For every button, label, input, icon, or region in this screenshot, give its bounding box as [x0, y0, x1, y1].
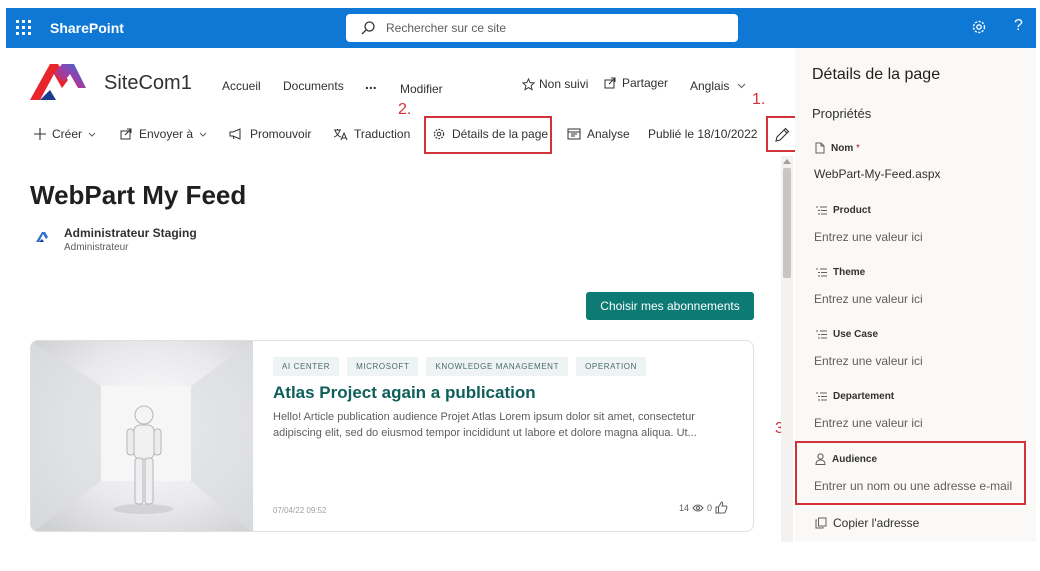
- nav-link-documents[interactable]: Documents: [283, 79, 344, 93]
- analytics-label: Analyse: [587, 127, 630, 141]
- tag-chip[interactable]: OPERATION: [576, 357, 646, 376]
- vertical-scrollbar[interactable]: [781, 156, 793, 542]
- chevron-down-icon: [88, 132, 96, 137]
- copy-address-label: Copier l'adresse: [833, 516, 920, 530]
- departement-input[interactable]: Entrez une valeur ici: [814, 416, 923, 430]
- analytics-button[interactable]: Analyse: [567, 127, 630, 141]
- step-marker-1: 1.: [752, 91, 766, 108]
- copy-address-button[interactable]: Copier l'adresse: [815, 516, 919, 530]
- analytics-icon: [567, 128, 581, 140]
- site-title[interactable]: SiteCom1: [104, 72, 192, 95]
- tag-chip[interactable]: AI CENTER: [273, 357, 340, 376]
- required-mark: *: [853, 142, 860, 154]
- create-button[interactable]: Créer: [34, 127, 96, 141]
- likes-count: 0: [707, 502, 713, 513]
- promote-label: Promouvoir: [250, 127, 312, 141]
- product-label-text: Product: [833, 205, 871, 216]
- nav-more-button[interactable]: ...: [365, 76, 377, 92]
- gear-icon[interactable]: [970, 18, 988, 36]
- step-marker-2: 2.: [398, 101, 412, 118]
- language-label: Anglais: [690, 79, 730, 93]
- pencil-icon[interactable]: [774, 127, 790, 143]
- use-case-input[interactable]: Entrez une valeur ici: [814, 354, 923, 368]
- name-field-value[interactable]: WebPart-My-Feed.aspx: [814, 167, 941, 181]
- panel-title: Détails de la page: [812, 66, 941, 83]
- astronaut-image: [31, 341, 253, 531]
- card-date: 07/04/22 09:52: [273, 506, 327, 515]
- share-icon: [120, 128, 132, 140]
- list-icon: [816, 330, 827, 339]
- plus-icon: [34, 128, 46, 140]
- choose-subscriptions-button[interactable]: Choisir mes abonnements: [586, 292, 754, 320]
- copy-icon: [815, 517, 827, 529]
- promote-button[interactable]: Promouvoir: [229, 127, 311, 141]
- chevron-down-icon: [199, 132, 207, 137]
- published-status: Publié le 18/10/2022: [648, 127, 758, 141]
- card-title[interactable]: Atlas Project again a publication: [273, 383, 536, 403]
- chevron-down-icon: [738, 83, 746, 89]
- highlight-page-details: [424, 116, 552, 154]
- theme-label-text: Theme: [833, 267, 866, 278]
- create-label: Créer: [52, 127, 83, 141]
- share-label: Partager: [622, 76, 669, 90]
- translation-button[interactable]: Traduction: [333, 127, 410, 141]
- search-icon: [361, 21, 375, 35]
- author-avatar: [36, 232, 48, 242]
- megaphone-icon: [229, 128, 241, 140]
- views-count: 14: [679, 502, 690, 513]
- translation-label: Traduction: [354, 127, 411, 141]
- list-icon: [816, 392, 827, 401]
- tag-chip[interactable]: KNOWLEDGE MANAGEMENT: [426, 357, 569, 376]
- list-icon: [816, 206, 827, 215]
- send-to-label: Envoyer à: [139, 127, 194, 141]
- card-stats: 14 0: [679, 501, 728, 514]
- tag-chip[interactable]: MICROSOFT: [347, 357, 419, 376]
- departement-label-text: Departement: [833, 391, 895, 402]
- scrollbar-thumb[interactable]: [783, 168, 791, 278]
- card-tags: AI CENTER MICROSOFT KNOWLEDGE MANAGEMENT…: [273, 357, 646, 376]
- search-placeholder: Rechercher sur ce site: [386, 21, 507, 35]
- eye-icon: [692, 504, 704, 511]
- site-search-box[interactable]: Rechercher sur ce site: [346, 14, 738, 42]
- panel-subtitle: Propriétés: [812, 106, 872, 121]
- list-icon: [816, 268, 827, 277]
- document-icon: [815, 142, 825, 154]
- product-input[interactable]: Entrez une valeur ici: [814, 230, 923, 244]
- site-logo[interactable]: [28, 60, 90, 104]
- name-label-text: Nom: [831, 142, 854, 154]
- theme-input[interactable]: Entrez une valeur ici: [814, 292, 923, 306]
- product-field-label: Product: [815, 205, 871, 216]
- author-role: Administrateur: [64, 242, 129, 253]
- waffle-icon[interactable]: [16, 20, 32, 36]
- nav-link-accueil[interactable]: Accueil: [222, 79, 261, 93]
- follow-label: Non suivi: [539, 77, 589, 91]
- use-case-field-label: Use Case: [815, 329, 878, 340]
- suite-bar: SharePoint Rechercher sur ce site ?: [6, 8, 1036, 48]
- share-button[interactable]: Partager: [604, 76, 668, 90]
- translate-icon: [333, 128, 348, 140]
- like-icon[interactable]: [715, 501, 728, 514]
- use-case-label-text: Use Case: [833, 329, 879, 340]
- language-selector[interactable]: Anglais: [690, 79, 746, 93]
- news-card[interactable]: AI CENTER MICROSOFT KNOWLEDGE MANAGEMENT…: [30, 340, 754, 532]
- author-name[interactable]: Administrateur Staging: [64, 226, 197, 240]
- page-title: WebPart My Feed: [30, 180, 247, 210]
- card-thumbnail: [31, 341, 253, 531]
- app-brand[interactable]: SharePoint: [50, 20, 124, 36]
- scroll-up-arrow-icon[interactable]: [783, 159, 791, 164]
- help-icon[interactable]: ?: [1014, 17, 1023, 35]
- theme-field-label: Theme: [815, 267, 865, 278]
- send-to-button[interactable]: Envoyer à: [120, 127, 207, 141]
- star-icon: [522, 77, 535, 91]
- card-excerpt: Hello! Article publication audience Proj…: [273, 411, 697, 439]
- follow-button[interactable]: Non suivi: [522, 77, 588, 91]
- share-icon: [604, 77, 616, 89]
- departement-field-label: Departement: [815, 391, 894, 402]
- highlight-audience: [795, 441, 1026, 505]
- edit-nav-link[interactable]: Modifier: [400, 82, 443, 96]
- name-field-label: Nom *: [815, 142, 860, 154]
